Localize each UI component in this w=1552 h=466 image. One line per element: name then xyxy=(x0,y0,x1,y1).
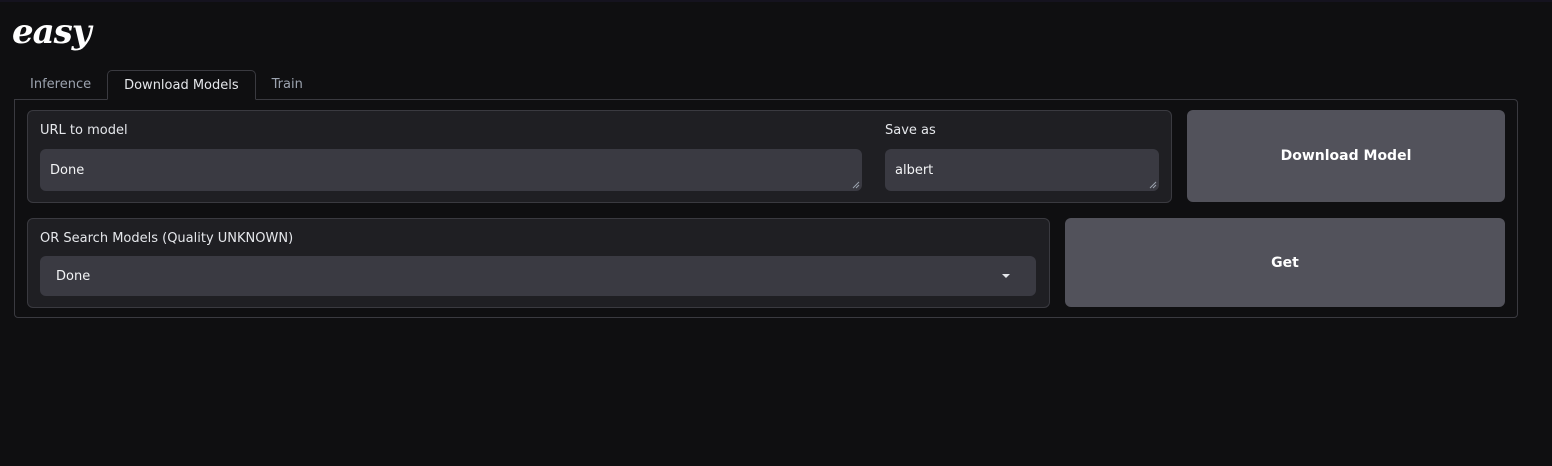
save-as-label: Save as xyxy=(885,123,936,138)
resize-handle-icon[interactable] xyxy=(1149,181,1157,189)
chevron-down-icon xyxy=(1002,274,1010,278)
logo-text: easy xyxy=(12,12,92,52)
search-models-group: OR Search Models (Quality UNKNOWN) Done xyxy=(27,218,1050,308)
search-models-label: OR Search Models (Quality UNKNOWN) xyxy=(40,231,294,246)
download-form-group: URL to model Done Save as albert xyxy=(27,110,1172,203)
save-as-input[interactable]: albert xyxy=(885,149,1159,191)
tab-bar: Inference Download Models Train xyxy=(14,70,319,100)
get-button[interactable]: Get xyxy=(1065,218,1505,307)
top-border xyxy=(0,0,1552,2)
app-logo: easy xyxy=(12,10,92,54)
tab-inference[interactable]: Inference xyxy=(14,70,107,100)
url-input-value: Done xyxy=(50,162,85,178)
url-input[interactable]: Done xyxy=(40,149,862,191)
download-model-button[interactable]: Download Model xyxy=(1187,110,1505,202)
tab-download-models[interactable]: Download Models xyxy=(107,70,256,100)
search-models-selected: Done xyxy=(56,268,91,284)
save-as-input-value: albert xyxy=(895,162,934,178)
tab-train[interactable]: Train xyxy=(256,70,319,100)
resize-handle-icon[interactable] xyxy=(852,181,860,189)
search-models-dropdown[interactable]: Done xyxy=(40,256,1036,296)
url-label: URL to model xyxy=(40,123,128,138)
download-models-panel: URL to model Done Save as albert Downloa… xyxy=(14,99,1518,318)
